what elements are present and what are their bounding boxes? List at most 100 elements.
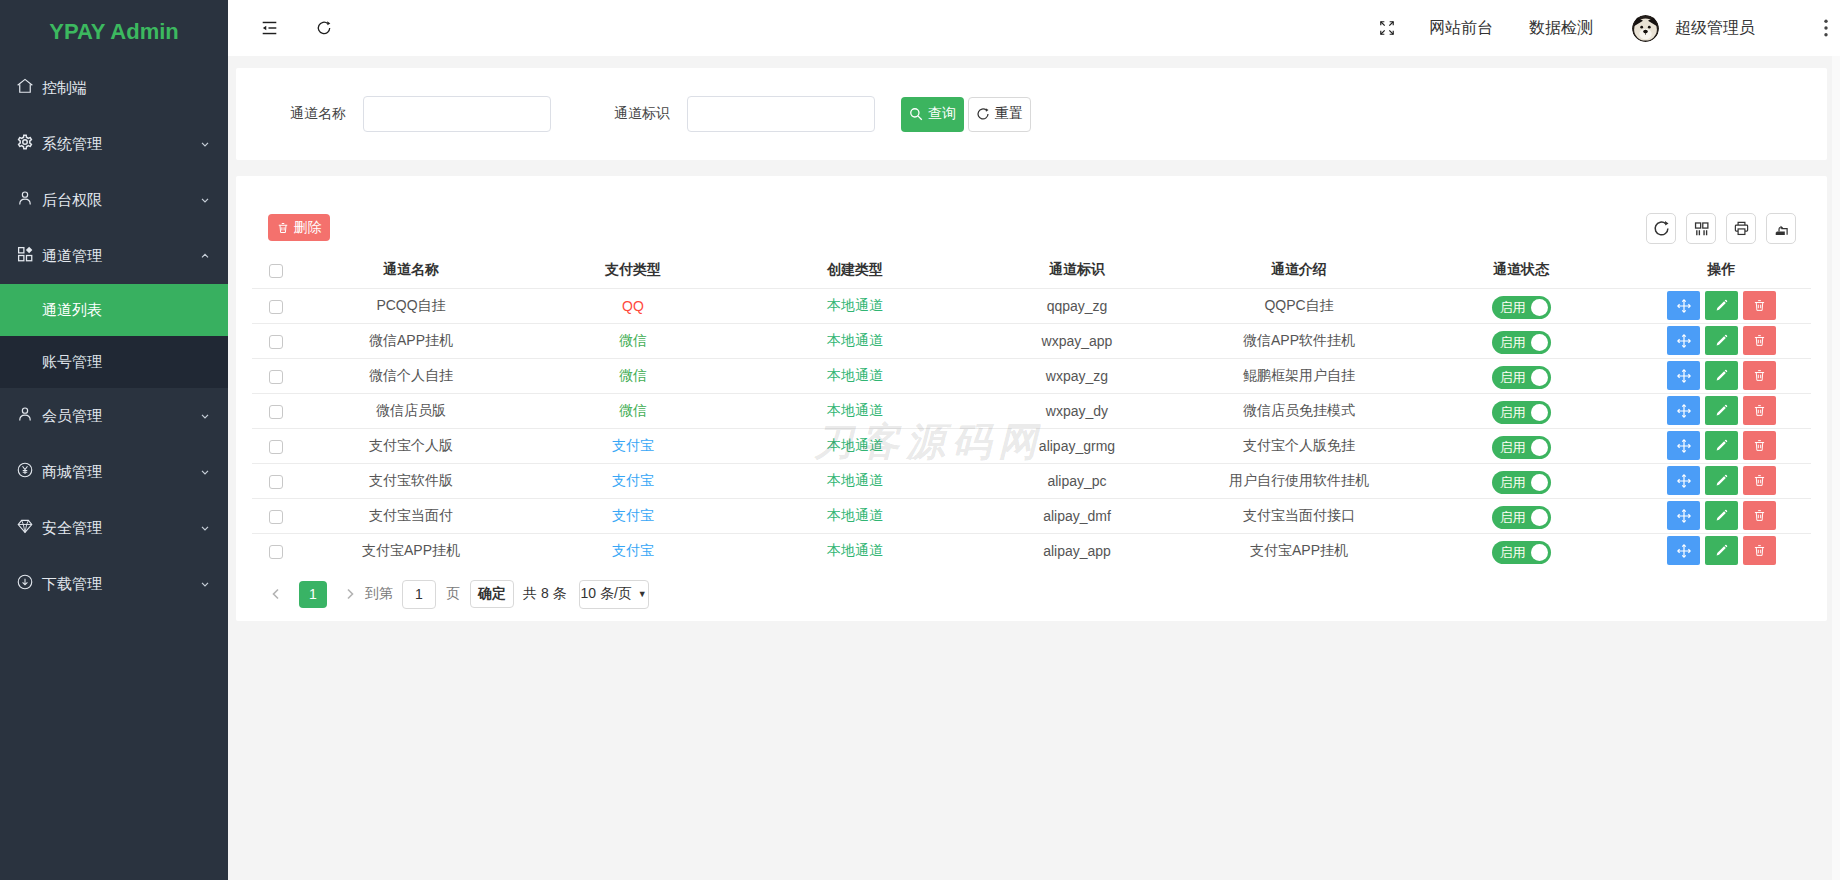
scrollbar[interactable] bbox=[1832, 56, 1840, 880]
status-toggle[interactable]: 启用 bbox=[1492, 506, 1551, 529]
move-button[interactable] bbox=[1667, 326, 1700, 355]
move-button[interactable] bbox=[1667, 466, 1700, 495]
sidebar-item-mall[interactable]: 商城管理 bbox=[0, 444, 228, 500]
row-checkbox[interactable] bbox=[269, 335, 283, 349]
edit-button[interactable] bbox=[1705, 361, 1738, 390]
gear-icon bbox=[16, 133, 34, 151]
row-checkbox[interactable] bbox=[269, 300, 283, 314]
table-tools bbox=[1636, 213, 1796, 244]
move-button[interactable] bbox=[1667, 536, 1700, 565]
confirm-button[interactable]: 确定 bbox=[470, 580, 514, 608]
more-dots-icon[interactable] bbox=[1823, 12, 1829, 44]
topbar: 网站前台 数据检测 超级管理员 bbox=[228, 0, 1840, 56]
edit-button[interactable] bbox=[1705, 326, 1738, 355]
delete-row-button[interactable] bbox=[1743, 501, 1776, 530]
delete-row-button[interactable] bbox=[1743, 431, 1776, 460]
sidebar-item-console[interactable]: 控制端 bbox=[0, 60, 228, 116]
column-filter-icon[interactable] bbox=[1686, 213, 1716, 244]
sidebar-item-security[interactable]: 安全管理 bbox=[0, 500, 228, 556]
delete-row-button[interactable] bbox=[1743, 291, 1776, 320]
cell-create-type-link[interactable]: 本地通道 bbox=[827, 542, 883, 558]
chevron-down-icon bbox=[198, 193, 212, 207]
cell-create-type-link[interactable]: 本地通道 bbox=[827, 332, 883, 348]
status-toggle[interactable]: 启用 bbox=[1492, 436, 1551, 459]
delete-row-button[interactable] bbox=[1743, 466, 1776, 495]
move-button[interactable] bbox=[1667, 361, 1700, 390]
edit-button[interactable] bbox=[1705, 396, 1738, 425]
prev-page-icon[interactable] bbox=[269, 587, 283, 601]
status-toggle-knob bbox=[1531, 369, 1548, 386]
sidebar-item-member[interactable]: 会员管理 bbox=[0, 388, 228, 444]
goto-page-input[interactable] bbox=[402, 580, 436, 609]
apps-icon bbox=[16, 245, 34, 263]
search-button[interactable]: 查询 bbox=[901, 97, 964, 132]
edit-button[interactable] bbox=[1705, 501, 1738, 530]
user-name[interactable]: 超级管理员 bbox=[1675, 18, 1755, 39]
row-checkbox[interactable] bbox=[269, 545, 283, 559]
edit-button[interactable] bbox=[1705, 536, 1738, 565]
status-toggle[interactable]: 启用 bbox=[1492, 366, 1551, 389]
col-header-create-type: 创建类型 bbox=[744, 253, 966, 288]
row-actions bbox=[1665, 326, 1779, 355]
cell-create-type-link[interactable]: 本地通道 bbox=[827, 437, 883, 453]
row-checkbox[interactable] bbox=[269, 405, 283, 419]
chevron-down-icon bbox=[198, 577, 212, 591]
channel-code-input[interactable] bbox=[687, 96, 875, 132]
sidebar-item-permission[interactable]: 后台权限 bbox=[0, 172, 228, 228]
next-page-icon[interactable] bbox=[343, 587, 357, 601]
delete-row-button[interactable] bbox=[1743, 536, 1776, 565]
channel-name-input[interactable] bbox=[363, 96, 551, 132]
delete-row-button[interactable] bbox=[1743, 326, 1776, 355]
delete-row-button[interactable] bbox=[1743, 361, 1776, 390]
sidebar-item-channel[interactable]: 通道管理 bbox=[0, 228, 228, 284]
cell-create-type-link[interactable]: 本地通道 bbox=[827, 472, 883, 488]
move-button[interactable] bbox=[1667, 291, 1700, 320]
page-size-select[interactable]: 10 条/页 ▼ bbox=[579, 580, 649, 609]
row-checkbox[interactable] bbox=[269, 440, 283, 454]
status-toggle[interactable]: 启用 bbox=[1492, 296, 1551, 319]
sidebar-item-account-manage[interactable]: 账号管理 bbox=[0, 336, 228, 388]
site-front-link[interactable]: 网站前台 bbox=[1429, 18, 1493, 39]
sidebar-item-label: 通道列表 bbox=[42, 301, 102, 320]
sidebar-item-channel-list[interactable]: 通道列表 bbox=[0, 284, 228, 336]
cell-create-type-link[interactable]: 本地通道 bbox=[827, 297, 883, 313]
sidebar-item-download[interactable]: 下载管理 bbox=[0, 556, 228, 612]
edit-button[interactable] bbox=[1705, 291, 1738, 320]
status-toggle[interactable]: 启用 bbox=[1492, 541, 1551, 564]
status-toggle[interactable]: 启用 bbox=[1492, 471, 1551, 494]
cell-create-type-link[interactable]: 本地通道 bbox=[827, 402, 883, 418]
data-check-link[interactable]: 数据检测 bbox=[1529, 18, 1593, 39]
row-checkbox[interactable] bbox=[269, 475, 283, 489]
cell-channel-name: 微信APP挂机 bbox=[300, 323, 522, 358]
table-row: PCQQ自挂 QQ 本地通道 qqpay_zg QQPC自挂 启用 bbox=[252, 288, 1811, 323]
cell-create-type-link[interactable]: 本地通道 bbox=[827, 367, 883, 383]
fullscreen-icon[interactable] bbox=[1378, 12, 1396, 44]
cell-channel-desc: 鲲鹏框架用户自挂 bbox=[1188, 358, 1410, 393]
row-checkbox[interactable] bbox=[269, 370, 283, 384]
refresh-icon[interactable] bbox=[308, 12, 340, 44]
status-toggle[interactable]: 启用 bbox=[1492, 331, 1551, 354]
reset-button[interactable]: 重置 bbox=[968, 97, 1031, 132]
move-button[interactable] bbox=[1667, 396, 1700, 425]
select-all-checkbox[interactable] bbox=[269, 264, 283, 278]
delete-row-button[interactable] bbox=[1743, 396, 1776, 425]
export-icon[interactable] bbox=[1766, 213, 1796, 244]
sidebar-collapse-icon[interactable] bbox=[253, 12, 285, 44]
status-toggle-label: 启用 bbox=[1500, 439, 1526, 457]
row-checkbox[interactable] bbox=[269, 510, 283, 524]
delete-button[interactable]: 删除 bbox=[268, 214, 330, 241]
reset-button-label: 重置 bbox=[995, 105, 1023, 123]
sidebar-item-system[interactable]: 系统管理 bbox=[0, 116, 228, 172]
move-button[interactable] bbox=[1667, 501, 1700, 530]
edit-button[interactable] bbox=[1705, 466, 1738, 495]
edit-button[interactable] bbox=[1705, 431, 1738, 460]
print-icon[interactable] bbox=[1726, 213, 1756, 244]
table-refresh-icon[interactable] bbox=[1646, 213, 1676, 244]
page-number-button[interactable]: 1 bbox=[299, 581, 327, 608]
status-toggle-knob bbox=[1531, 544, 1548, 561]
avatar[interactable] bbox=[1632, 15, 1659, 42]
move-button[interactable] bbox=[1667, 431, 1700, 460]
status-toggle[interactable]: 启用 bbox=[1492, 401, 1551, 424]
cell-create-type-link[interactable]: 本地通道 bbox=[827, 507, 883, 523]
page-size-label: 10 条/页 bbox=[580, 585, 631, 603]
